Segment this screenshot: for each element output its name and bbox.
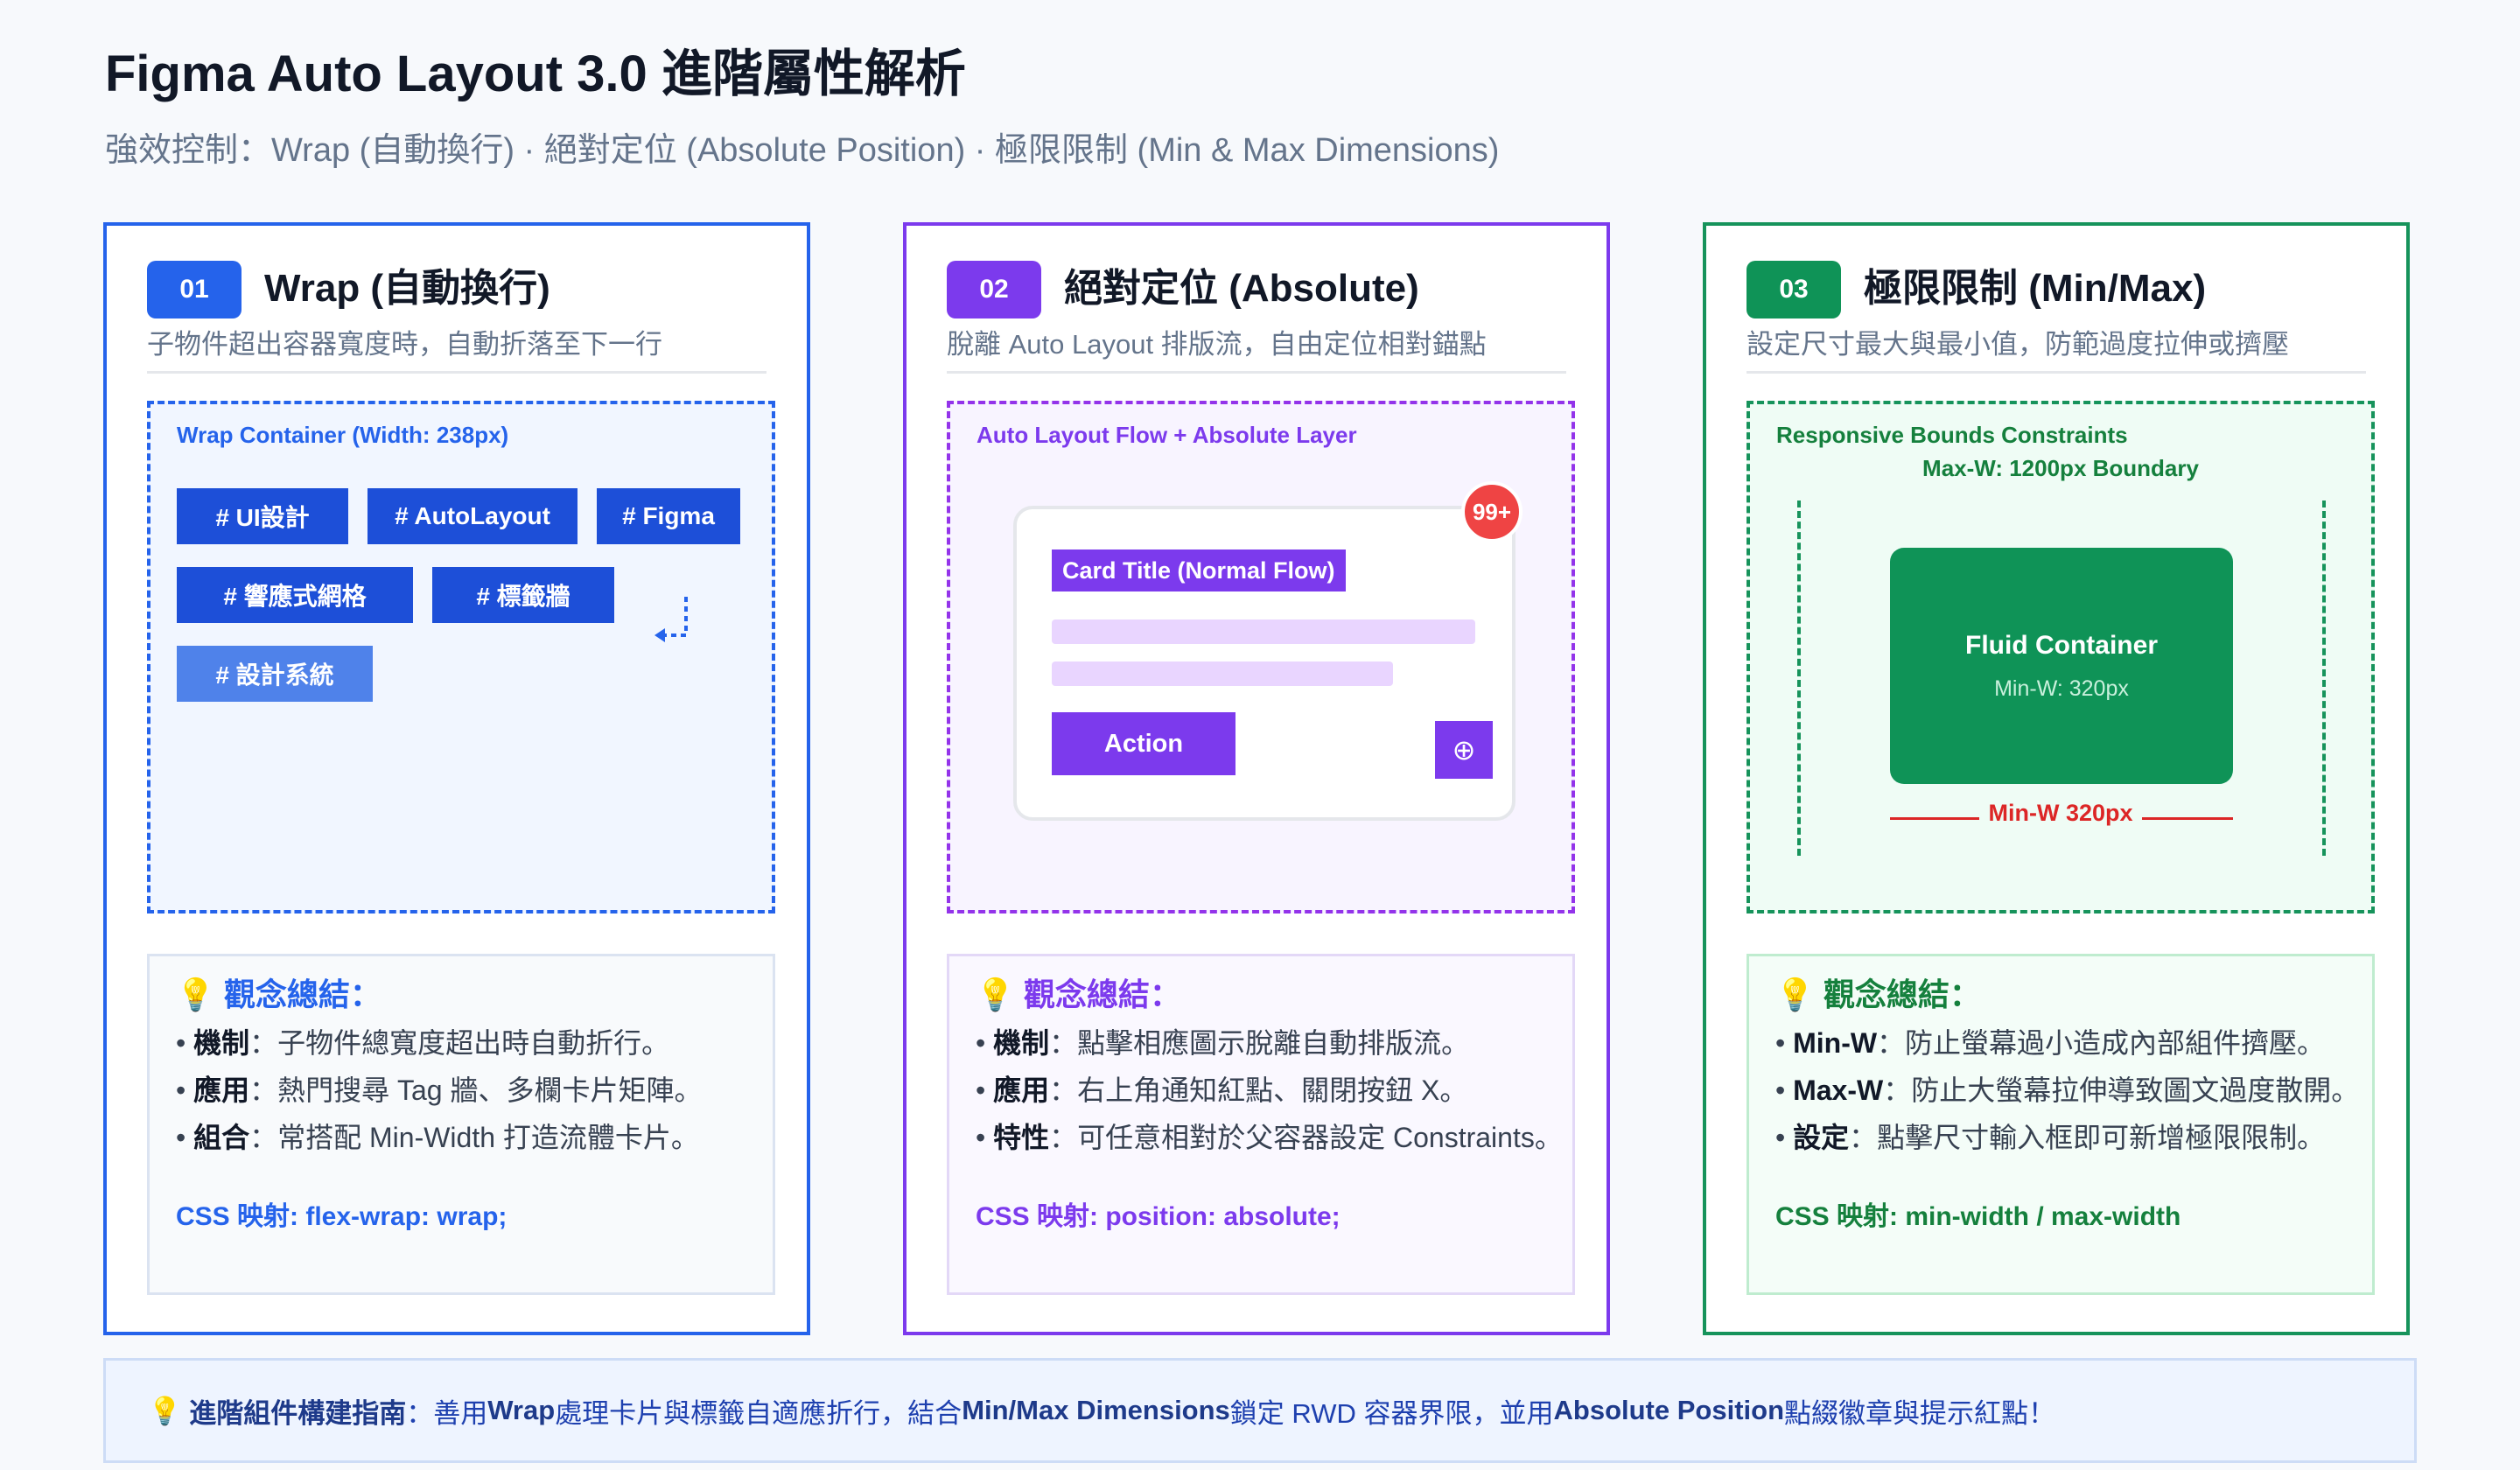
summary-item: • 機制：點擊相應圖示脫離自動排版流。 xyxy=(976,1027,1470,1059)
fluid-title: Fluid Container xyxy=(1965,630,2158,660)
min-width-label: Min-W 320px xyxy=(1979,800,2142,827)
tag-chip[interactable]: # 響應式網格 xyxy=(177,567,413,623)
summary-title: 💡 觀念總結： xyxy=(176,976,382,1012)
absolute-demo-container: Auto Layout Flow + Absolute Layer Card T… xyxy=(947,401,1575,914)
summary-term: 機制 xyxy=(193,1027,250,1059)
page-header: Figma Auto Layout 3.0 進階屬性解析 強效控制：Wrap (… xyxy=(105,35,1499,171)
tag-chip[interactable]: # 設計系統 xyxy=(177,646,373,702)
max-width-label: Max-W: 1200px Boundary xyxy=(1922,455,2199,481)
wrap-demo-container: Wrap Container (Width: 238px) # UI設計 # A… xyxy=(147,401,775,914)
summary-title: 💡 觀念總結： xyxy=(1775,976,1981,1012)
css-mapping: CSS 映射: min-width / max-width xyxy=(1775,1202,2181,1231)
summary-text: ：點擊相應圖示脫離自動排版流。 xyxy=(1049,1027,1470,1059)
card-description: 子物件超出容器寬度時，自動折落至下一行 xyxy=(147,329,662,360)
summary-item: • 機制：子物件總寬度超出時自動折行。 xyxy=(176,1027,670,1059)
summary-item: • Max-W：防止大螢幕拉伸導致圖文過度散開。 xyxy=(1775,1074,2360,1106)
summary-term: 設定 xyxy=(1793,1122,1850,1153)
plus-icon[interactable]: ⊕ xyxy=(1435,721,1493,779)
page-subtitle: 強效控制：Wrap (自動換行) · 絕對定位 (Absolute Positi… xyxy=(105,132,1500,169)
footer-text: 鎖定 RWD 容器界限，並用 xyxy=(1229,1397,1554,1429)
constraints-demo-container: Responsive Bounds Constraints Max-W: 120… xyxy=(1746,401,2375,914)
demo-label: Responsive Bounds Constraints xyxy=(1776,422,2128,448)
sample-card: Card Title (Normal Flow) Action ⊕ xyxy=(1013,506,1516,821)
concept-summary: 💡 觀念總結： • 機制：點擊相應圖示脫離自動排版流。 • 應用：右上角通知紅點… xyxy=(947,954,1575,1295)
page-title: Figma Auto Layout 3.0 進階屬性解析 xyxy=(105,46,966,102)
summary-term: Min-W xyxy=(1793,1027,1878,1059)
card-divider xyxy=(947,371,1566,374)
min-width-label-wrap: Min-W 320px xyxy=(1750,800,2371,827)
summary-text: ：點擊尺寸輸入框即可新增極限限制。 xyxy=(1849,1122,2326,1153)
css-mapping: CSS 映射: flex-wrap: wrap; xyxy=(176,1202,508,1231)
summary-title: 💡 觀念總結： xyxy=(976,976,1181,1012)
summary-item: • 設定：點擊尺寸輸入框即可新增極限限制。 xyxy=(1775,1122,2326,1153)
summary-term: Max-W xyxy=(1793,1074,1884,1106)
card-min-max: 03 極限限制 (Min/Max) 設定尺寸最大與最小值，防範過度拉伸或擠壓 R… xyxy=(1703,222,2410,1335)
footer-text: ：善用 xyxy=(406,1397,488,1429)
demo-label: Auto Layout Flow + Absolute Layer xyxy=(976,422,1357,448)
card-description: 設定尺寸最大與最小值，防範過度拉伸或擠壓 xyxy=(1746,329,2289,360)
card-wrap: 01 Wrap (自動換行) 子物件超出容器寬度時，自動折落至下一行 Wrap … xyxy=(103,222,810,1335)
card-number-badge: 02 xyxy=(947,261,1041,318)
footer-keyword: Wrap xyxy=(487,1395,556,1425)
card-number-badge: 03 xyxy=(1746,261,1841,318)
wrap-arrow-icon xyxy=(654,597,688,642)
summary-item: • Min-W：防止螢幕過小造成內部組件擠壓。 xyxy=(1775,1027,2326,1059)
card-title: Wrap (自動換行) xyxy=(264,267,550,310)
css-mapping: CSS 映射: position: absolute; xyxy=(976,1202,1340,1231)
summary-text: ：常搭配 Min-Width 打造流體卡片。 xyxy=(249,1122,699,1153)
tag-chip[interactable]: # UI設計 xyxy=(177,488,348,544)
card-description: 脫離 Auto Layout 排版流，自由定位相對錨點 xyxy=(947,329,1487,360)
placeholder-line xyxy=(1052,662,1393,686)
summary-item: • 組合：常搭配 Min-Width 打造流體卡片。 xyxy=(176,1122,699,1153)
summary-term: 組合 xyxy=(193,1122,250,1153)
notification-badge: 99+ xyxy=(1461,481,1522,542)
card-divider xyxy=(147,371,766,374)
summary-item: • 應用：右上角通知紅點、關閉按鈕 X。 xyxy=(976,1074,1468,1106)
summary-text: ：熱門搜尋 Tag 牆、多欄卡片矩陣。 xyxy=(249,1074,703,1106)
sample-card-title: Card Title (Normal Flow) xyxy=(1052,550,1346,592)
fluid-subtitle: Min-W: 320px xyxy=(1994,676,2129,701)
summary-text: ：防止螢幕過小造成內部組件擠壓。 xyxy=(1877,1027,2326,1059)
summary-term: 應用 xyxy=(193,1074,250,1106)
summary-item: • 特性：可任意相對於父容器設定 Constraints。 xyxy=(976,1122,1563,1153)
card-divider xyxy=(1746,371,2366,374)
summary-term: 應用 xyxy=(993,1074,1050,1106)
summary-term: 機制 xyxy=(993,1027,1050,1059)
fluid-container: Fluid Container Min-W: 320px xyxy=(1890,548,2233,784)
card-number-badge: 01 xyxy=(147,261,242,318)
card-absolute: 02 絕對定位 (Absolute) 脫離 Auto Layout 排版流，自由… xyxy=(903,222,1610,1335)
footer-text: 點綴徽章與提示紅點！ xyxy=(1784,1397,2055,1429)
concept-summary: 💡 觀念總結： • 機制：子物件總寬度超出時自動折行。 • 應用：熱門搜尋 Ta… xyxy=(147,954,775,1295)
summary-text: ：子物件總寬度超出時自動折行。 xyxy=(249,1027,670,1059)
tag-chip[interactable]: # AutoLayout xyxy=(368,488,578,544)
concept-summary: 💡 觀念總結： • Min-W：防止螢幕過小造成內部組件擠壓。 • Max-W：… xyxy=(1746,954,2375,1295)
tag-chip[interactable]: # Figma xyxy=(597,488,740,544)
tag-chip[interactable]: # 標籤牆 xyxy=(432,567,614,623)
guide-footer: 💡 進階組件構建指南 ：善用 Wrap 處理卡片與標籤自適應折行，結合 Min/M… xyxy=(103,1358,2417,1463)
lightbulb-icon: 💡 xyxy=(148,1395,182,1426)
footer-text: 處理卡片與標籤自適應折行，結合 xyxy=(555,1397,962,1429)
demo-label: Wrap Container (Width: 238px) xyxy=(177,422,509,448)
summary-term: 特性 xyxy=(993,1122,1050,1153)
card-title: 絕對定位 (Absolute) xyxy=(1064,267,1419,310)
action-button[interactable]: Action xyxy=(1052,712,1236,775)
placeholder-line xyxy=(1052,620,1475,644)
card-title: 極限限制 (Min/Max) xyxy=(1864,267,2207,310)
footer-keyword: Min/Max Dimensions xyxy=(962,1395,1230,1425)
summary-text: ：右上角通知紅點、關閉按鈕 X。 xyxy=(1049,1074,1468,1106)
footer-lead: 進階組件構建指南 xyxy=(189,1397,407,1429)
summary-text: ：可任意相對於父容器設定 Constraints。 xyxy=(1049,1122,1563,1153)
footer-keyword: Absolute Position xyxy=(1553,1395,1785,1425)
summary-item: • 應用：熱門搜尋 Tag 牆、多欄卡片矩陣。 xyxy=(176,1074,703,1106)
summary-text: ：防止大螢幕拉伸導致圖文過度散開。 xyxy=(1883,1074,2360,1106)
